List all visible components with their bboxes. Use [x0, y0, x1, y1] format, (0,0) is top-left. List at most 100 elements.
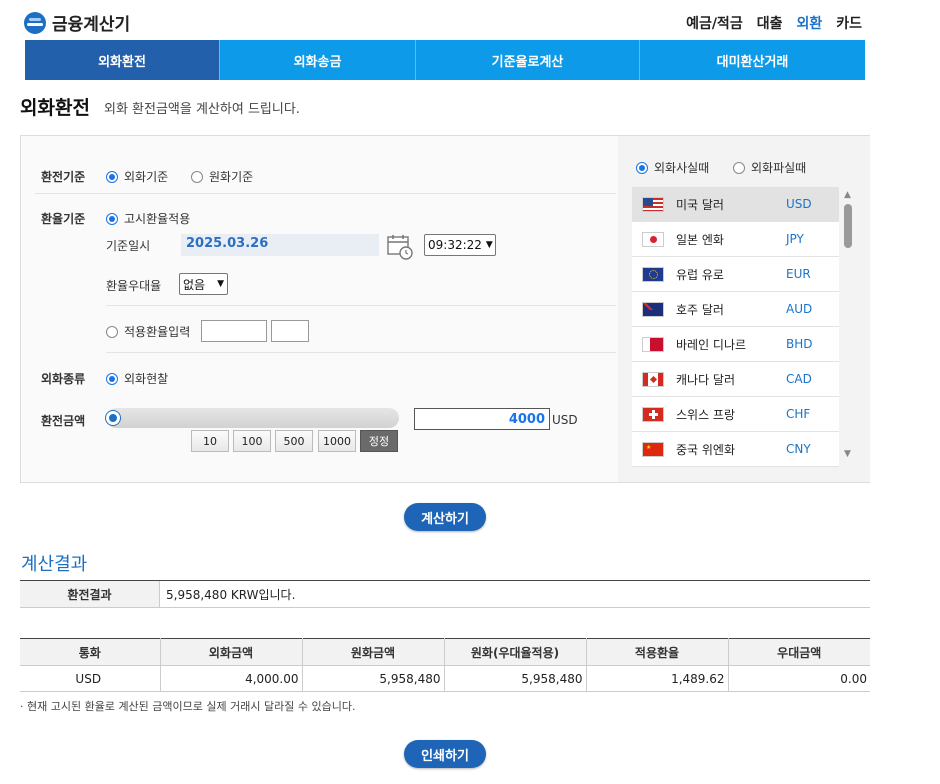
currency-code: CNY: [786, 442, 811, 456]
logo[interactable]: 금융계산기: [24, 10, 130, 35]
currency-item-cny[interactable]: ★ 중국 위엔화 CNY: [632, 432, 839, 467]
disclaimer-note: · 현재 고시된 환율로 계산된 금액이므로 실제 거래시 달라질 수 있습니다…: [20, 700, 356, 713]
basis-foreign-label: 외화기준: [124, 170, 169, 184]
nav-deposit[interactable]: 예금/적금: [686, 13, 743, 33]
radio-checked-icon: [106, 372, 118, 385]
ch-flag-icon: [642, 406, 664, 422]
currency-name: 바레인 디나르: [676, 337, 747, 352]
rate-notice-radio[interactable]: 고시환율적용: [106, 210, 190, 227]
currency-name: 일본 엔화: [676, 232, 724, 247]
result-summary: 환전결과 5,958,480 KRW입니다.: [20, 580, 870, 608]
result-head: 환전결과: [20, 581, 160, 607]
amount-slider-track[interactable]: [106, 408, 399, 428]
jp-flag-icon: [642, 231, 664, 247]
ca-flag-icon: [642, 371, 664, 387]
currency-item-usd[interactable]: 미국 달러 USD: [632, 187, 839, 222]
type-cash-label: 외화현찰: [124, 372, 169, 386]
column-header: 우대금액: [728, 638, 870, 666]
reset-button[interactable]: 정정: [360, 430, 398, 452]
divider: [106, 352, 616, 353]
date-field[interactable]: 2025.03.26: [181, 234, 379, 256]
currency-code: AUD: [786, 302, 813, 316]
custom-rate-radio[interactable]: 적용환율입력: [106, 323, 190, 340]
currency-code: CAD: [786, 372, 812, 386]
logo-text: 금융계산기: [52, 15, 131, 35]
table-cell: 1,489.62: [586, 665, 729, 692]
currency-item-eur[interactable]: 유럽 유로 EUR: [632, 257, 839, 292]
nav-loan[interactable]: 대출: [757, 13, 783, 33]
currency-code: USD: [786, 197, 812, 211]
tab-remittance[interactable]: 외화송금: [220, 40, 416, 80]
scroll-down-icon[interactable]: ▼: [844, 449, 851, 459]
currency-item-jpy[interactable]: 일본 엔화 JPY: [632, 222, 839, 257]
currency-code: BHD: [786, 337, 813, 351]
mode-buy-radio[interactable]: 외화사실때: [636, 159, 709, 176]
calendar-clock-icon[interactable]: [387, 234, 413, 260]
result-value: 5,958,480 KRW입니다.: [166, 587, 296, 602]
cn-flag-icon: ★: [642, 441, 664, 457]
type-cash-radio[interactable]: 외화현찰: [106, 370, 168, 387]
amount-input[interactable]: 4000: [414, 408, 550, 430]
nav-forex[interactable]: 외환: [796, 13, 822, 33]
mode-sell-radio[interactable]: 외화파실때: [733, 159, 806, 176]
currency-item-chf[interactable]: 스위스 프랑 CHF: [632, 397, 839, 432]
mode-buy-label: 외화사실때: [654, 161, 710, 175]
discount-value: 없음: [183, 277, 206, 292]
table-row: USD 4,000.00 5,958,480 5,958,480 1,489.6…: [20, 665, 870, 692]
basis-foreign-radio[interactable]: 외화기준: [106, 168, 168, 185]
currency-name: 호주 달러: [676, 302, 724, 317]
column-header: 통화: [20, 638, 161, 666]
scroll-up-icon[interactable]: ▲: [844, 190, 851, 200]
us-flag-icon: [642, 196, 664, 212]
top-nav: 예금/적금 대출 외환 카드: [686, 13, 862, 33]
quick-1000-button[interactable]: 1000: [318, 430, 356, 452]
divider: [106, 305, 616, 306]
custom-rate-label: 적용환율입력: [124, 325, 191, 339]
column-header: 외화금액: [160, 638, 303, 666]
table-cell: 4,000.00: [160, 665, 303, 692]
table-cell: 5,958,480: [444, 665, 587, 692]
calculate-button[interactable]: 계산하기: [404, 503, 486, 531]
print-button[interactable]: 인쇄하기: [404, 740, 486, 768]
custom-rate-int-input[interactable]: [201, 320, 267, 342]
mode-sell-label: 외화파실때: [751, 161, 807, 175]
tab-usd-conversion[interactable]: 대미환산거래: [640, 40, 865, 80]
column-header: 원화(우대율적용): [444, 638, 587, 666]
scrollbar-thumb[interactable]: [844, 204, 852, 248]
basis-krw-label: 원화기준: [209, 170, 254, 184]
currency-name: 캐나다 달러: [676, 372, 736, 387]
currency-item-cad[interactable]: 캐나다 달러 CAD: [632, 362, 839, 397]
discount-label: 환율우대율: [106, 279, 162, 293]
currency-code: EUR: [786, 267, 811, 281]
bh-flag-icon: [642, 336, 664, 352]
currency-panel: 외화사실때 외화파실때 미국 달러 USD 일본 엔화 JPY 유럽 유로 EU…: [618, 136, 870, 482]
quick-100-button[interactable]: 100: [233, 430, 271, 452]
radio-unchecked-icon: [733, 161, 745, 174]
quick-10-button[interactable]: 10: [191, 430, 229, 452]
table-header-row: 통화 외화금액 원화금액 원화(우대율적용) 적용환율 우대금액: [20, 638, 870, 666]
currency-item-aud[interactable]: 호주 달러 AUD: [632, 292, 839, 327]
radio-unchecked-icon: [106, 325, 118, 338]
chevron-down-icon: ▼: [217, 279, 224, 289]
custom-rate-dec-input[interactable]: [271, 320, 309, 342]
tab-bar: 외화환전 외화송금 기준율로계산 대미환산거래: [25, 40, 865, 80]
result-detail-table: 통화 외화금액 원화금액 원화(우대율적용) 적용환율 우대금액 USD 4,0…: [20, 638, 870, 692]
radio-checked-icon: [106, 170, 118, 183]
basis-krw-radio[interactable]: 원화기준: [191, 168, 253, 185]
rate-label: 환율기준: [41, 212, 86, 226]
amount-unit: USD: [552, 413, 578, 427]
tab-base-rate[interactable]: 기준율로계산: [416, 40, 640, 80]
time-select[interactable]: 09:32:22 ▼: [424, 234, 496, 256]
nav-card[interactable]: 카드: [836, 13, 862, 33]
discount-select[interactable]: 없음 ▼: [179, 273, 228, 295]
currency-item-bhd[interactable]: 바레인 디나르 BHD: [632, 327, 839, 362]
tab-exchange[interactable]: 외화환전: [25, 40, 220, 80]
amount-slider-handle[interactable]: [106, 411, 120, 425]
logo-icon: [24, 11, 46, 34]
page-description: 외화 환전금액을 계산하여 드립니다.: [104, 102, 300, 117]
column-header: 적용환율: [586, 638, 729, 666]
currency-name: 중국 위엔화: [676, 442, 736, 457]
rate-notice-label: 고시환율적용: [124, 212, 191, 226]
currency-name: 미국 달러: [676, 197, 724, 212]
quick-500-button[interactable]: 500: [275, 430, 313, 452]
